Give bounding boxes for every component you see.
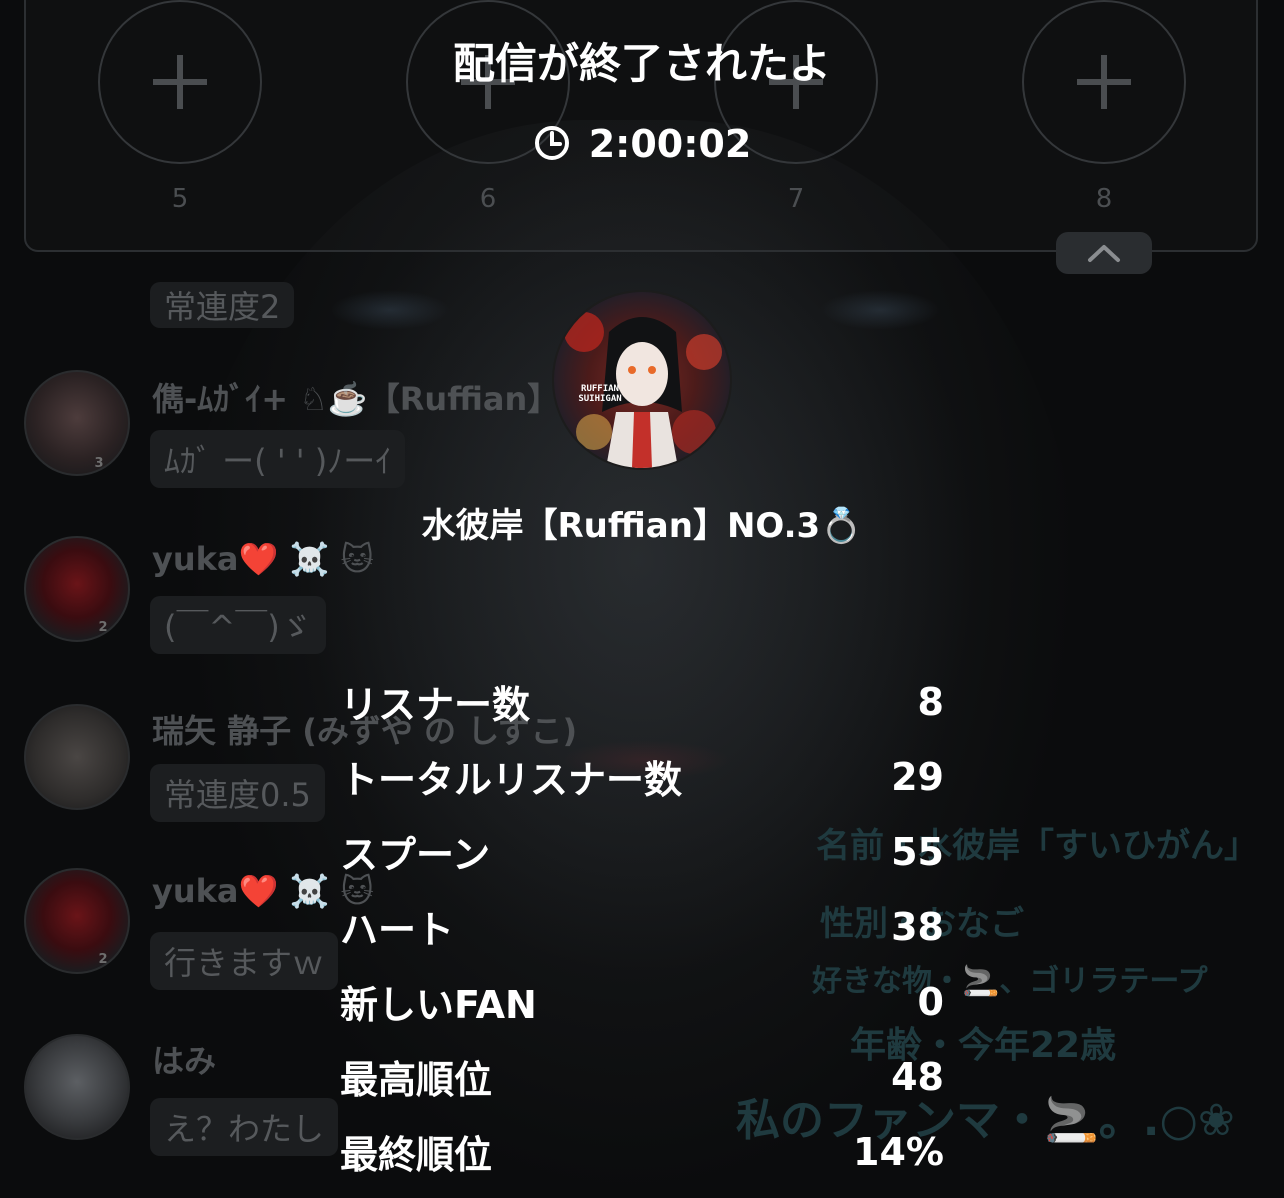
rank-badge: 2 <box>98 952 108 967</box>
stat-label: 新しいFAN <box>340 983 537 1027</box>
collapse-slots-button[interactable] <box>1056 232 1152 274</box>
host-name: 水彼岸【Ruffian】NO.3💍 <box>421 506 863 546</box>
duration-value: 2:00:02 <box>588 122 752 166</box>
stat-row-highest-rank: 最高順位 48 <box>340 1039 944 1114</box>
stat-label: 最終順位 <box>340 1133 493 1177</box>
slot-number: 7 <box>787 184 805 214</box>
stat-row-total-listeners: トータルリスナー数 29 <box>340 739 944 814</box>
host-avatar-image <box>554 292 730 468</box>
live-end-screen: 5 6 7 8 名前・水彼岸「すいひがん」 性別・おなご 好きな物・🚬、ゴリラテ… <box>0 0 1284 1198</box>
stat-row-spoons: スプーン 55 <box>340 814 944 889</box>
stat-row-new-fans: 新しいFAN 0 <box>340 964 944 1039</box>
host-avatar: RUFFIAN SUIHIGAN <box>552 290 732 470</box>
stat-row-hearts: ハート 38 <box>340 889 944 964</box>
stat-label: 最高順位 <box>340 1058 493 1102</box>
rank-badge: 2 <box>98 620 108 635</box>
stat-label: トータルリスナー数 <box>340 758 683 802</box>
background-eye <box>820 290 940 330</box>
stat-value: 29 <box>891 754 944 799</box>
stat-value: 8 <box>917 679 944 724</box>
chat-username[interactable]: 儁-ﾑｶﾞｲ+ ♘☕️【Ruffian】 <box>152 374 559 420</box>
stat-value: 48 <box>891 1054 944 1099</box>
background-eye <box>330 290 450 330</box>
avatar[interactable] <box>24 370 130 476</box>
chevron-up-icon <box>1088 245 1120 262</box>
chat-message: 常連度0.5 <box>150 764 325 822</box>
slot-number: 8 <box>1095 184 1113 214</box>
slot-number: 5 <box>171 184 189 214</box>
avatar[interactable] <box>24 704 130 810</box>
avatar[interactable] <box>24 1034 130 1140</box>
rank-badge: 3 <box>94 456 104 471</box>
stat-row-final-rank: 最終順位 14% <box>340 1114 944 1189</box>
chat-message: ﾑｶﾞ ー( ' ' )ﾉーｲ <box>150 430 406 488</box>
chat-message: 常連度2 <box>150 282 295 328</box>
stat-value: 14% <box>853 1129 944 1174</box>
chat-message: 行きますｗ <box>150 932 339 990</box>
broadcast-duration: 2:00:02 <box>0 122 1284 166</box>
broadcast-stats: リスナー数 8 トータルリスナー数 29 スプーン 55 ハート 38 新しいF… <box>340 664 944 1189</box>
stat-value: 0 <box>917 979 944 1024</box>
chat-message: (￣^￣)ゞ <box>150 596 326 654</box>
broadcast-ended-title: 配信が終了されたよ <box>452 39 831 88</box>
chat-username[interactable]: はみ <box>152 1036 216 1082</box>
stat-label: リスナー数 <box>340 683 531 727</box>
slot-number: 6 <box>479 184 497 214</box>
clock-icon <box>534 126 569 160</box>
host-avatar-text: RUFFIAN SUIHIGAN <box>578 384 622 404</box>
stat-label: ハート <box>340 908 455 952</box>
stat-label: スプーン <box>340 833 491 877</box>
stat-row-listeners: リスナー数 8 <box>340 664 944 739</box>
stat-value: 38 <box>891 904 944 949</box>
chat-message: え？わたし <box>150 1098 339 1156</box>
stat-value: 55 <box>891 829 944 874</box>
